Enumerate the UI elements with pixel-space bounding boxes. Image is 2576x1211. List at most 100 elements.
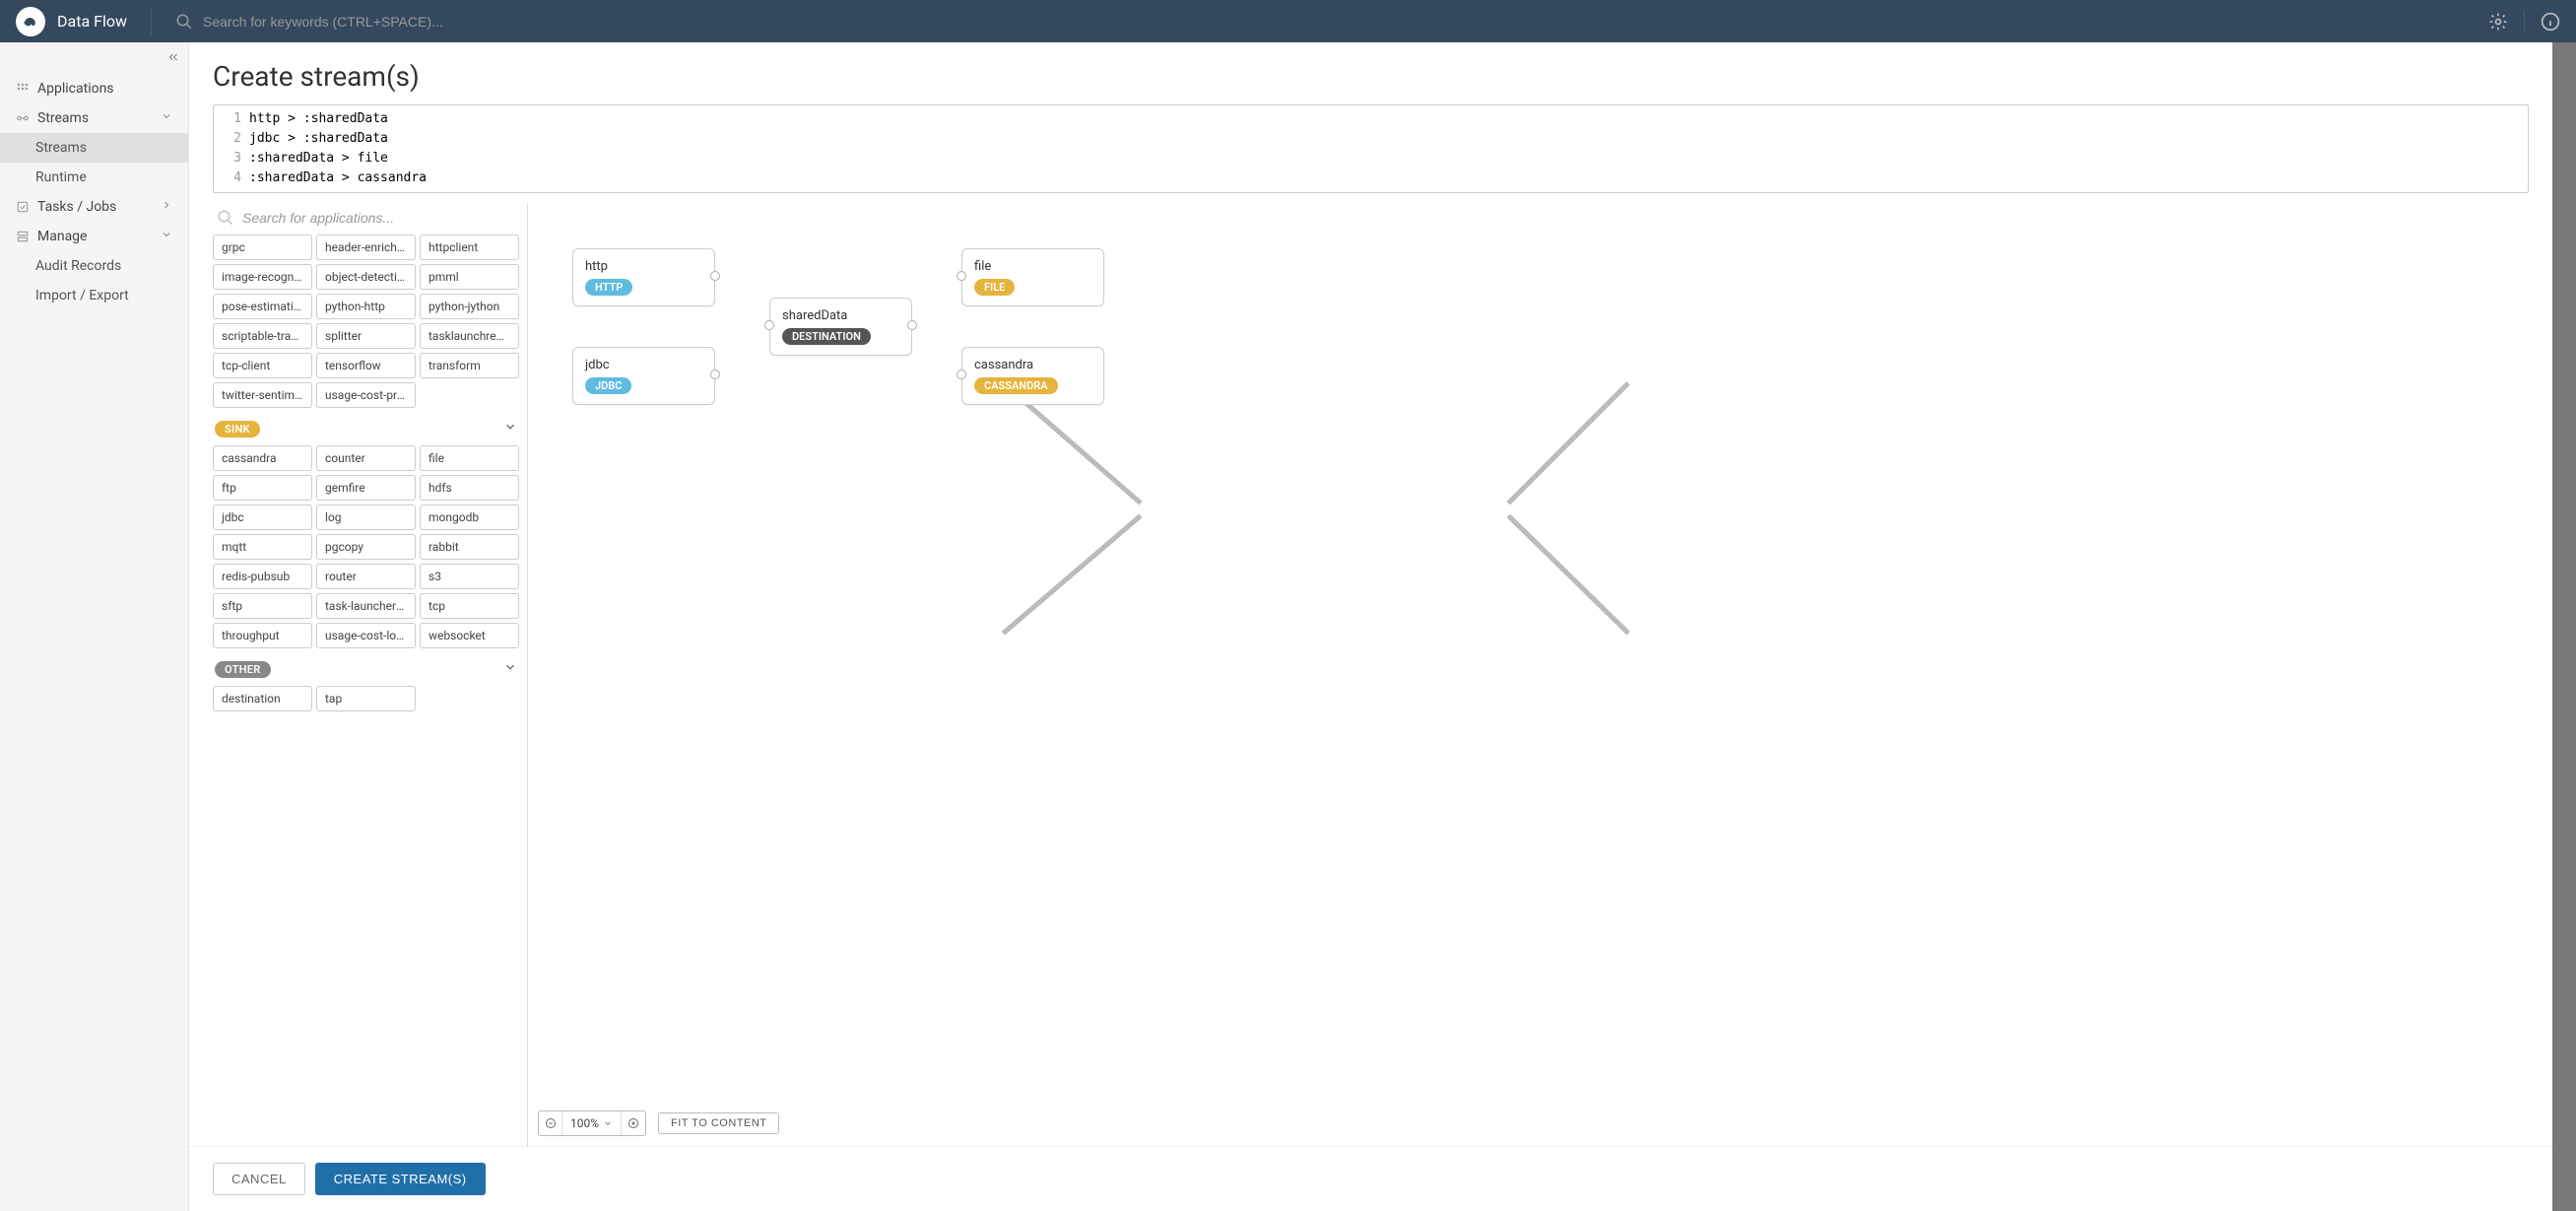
node-jdbc[interactable]: jdbc JDBC [572, 347, 715, 405]
code-line: :sharedData > file [249, 149, 2528, 168]
zoom-out-button[interactable] [539, 1111, 562, 1135]
sink-chip-jdbc[interactable]: jdbc [213, 505, 312, 530]
processor-chip-splitter[interactable]: splitter [316, 323, 416, 349]
code-line: jdbc > :sharedData [249, 129, 2528, 149]
sink-chip-pgcopy[interactable]: pgcopy [316, 534, 416, 560]
processor-chip-grpc[interactable]: grpc [213, 235, 312, 260]
line-number: 2 [214, 129, 249, 149]
line-number: 1 [214, 109, 249, 129]
sink-chip-s3[interactable]: s3 [420, 564, 519, 589]
sink-chip-hdfs[interactable]: hdfs [420, 475, 519, 501]
zoom-in-button[interactable] [622, 1111, 645, 1135]
global-search-input[interactable] [203, 14, 2488, 30]
sink-chip-router[interactable]: router [316, 564, 416, 589]
main-content: Create stream(s) 1http > :sharedData2jdb… [189, 42, 2576, 1211]
node-badge: CASSANDRA [974, 377, 1058, 394]
node-http[interactable]: http HTTP [572, 248, 715, 306]
sink-chip-mqtt[interactable]: mqtt [213, 534, 312, 560]
sink-chip-ftp[interactable]: ftp [213, 475, 312, 501]
chevron-down-icon[interactable] [503, 660, 517, 678]
processor-chip-httpclient[interactable]: httpclient [420, 235, 519, 260]
sidebar-item-manage[interactable]: Manage [0, 222, 188, 251]
sink-chip-task-launcher-d-[interactable]: task-launcher-d... [316, 593, 416, 619]
sink-chip-log[interactable]: log [316, 505, 416, 530]
footer-actions: CANCEL CREATE STREAM(S) [189, 1146, 2552, 1211]
code-line: :sharedData > cassandra [249, 168, 2528, 188]
sink-chip-rabbit[interactable]: rabbit [420, 534, 519, 560]
gear-icon[interactable] [2488, 12, 2508, 32]
palette-search-input[interactable] [242, 210, 515, 226]
sidebar-item-applications[interactable]: Applications [0, 74, 188, 103]
sink-chip-websocket[interactable]: websocket [420, 623, 519, 648]
cancel-button[interactable]: CANCEL [213, 1163, 305, 1195]
node-title: cassandra [974, 358, 1091, 372]
other-chip-destination[interactable]: destination [213, 686, 312, 711]
node-badge: HTTP [585, 279, 632, 296]
collapse-sidebar-icon[interactable] [166, 50, 180, 68]
sidebar-subitem-audit-records[interactable]: Audit Records [0, 251, 188, 281]
sidebar: ApplicationsStreamsStreamsRuntimeTasks /… [0, 42, 189, 1211]
dsl-editor[interactable]: 1http > :sharedData2jdbc > :sharedData3:… [213, 104, 2529, 193]
sink-chip-gemfire[interactable]: gemfire [316, 475, 416, 501]
fit-to-content-button[interactable]: FIT TO CONTENT [658, 1112, 779, 1134]
brand-title: Data Flow [57, 12, 127, 31]
sink-chip-file[interactable]: file [420, 445, 519, 471]
app-header: Data Flow [0, 0, 2576, 42]
sink-chip-counter[interactable]: counter [316, 445, 416, 471]
sidebar-subitem-streams[interactable]: Streams [0, 133, 188, 163]
sink-chip-usage-cost-logg-[interactable]: usage-cost-logg... [316, 623, 416, 648]
chevron-down-icon [161, 110, 172, 126]
processor-chip-python-jython[interactable]: python-jython [420, 294, 519, 319]
input-port[interactable] [957, 271, 966, 281]
search-icon [217, 209, 234, 227]
sidebar-subitem-import-export[interactable]: Import / Export [0, 281, 188, 310]
sink-chip-cassandra[interactable]: cassandra [213, 445, 312, 471]
other-group-badge: OTHER [215, 661, 271, 678]
chevron-right-icon [161, 199, 172, 215]
line-number: 4 [214, 168, 249, 188]
output-port[interactable] [907, 320, 917, 330]
sink-chip-mongodb[interactable]: mongodb [420, 505, 519, 530]
processor-chip-pmml[interactable]: pmml [420, 264, 519, 290]
node-cassandra[interactable]: cassandra CASSANDRA [961, 347, 1104, 405]
other-chip-tap[interactable]: tap [316, 686, 416, 711]
logo [16, 7, 45, 36]
processor-chip-tcp-client[interactable]: tcp-client [213, 353, 312, 378]
search-icon [175, 13, 193, 31]
sink-chip-sftp[interactable]: sftp [213, 593, 312, 619]
sidebar-item-tasks-jobs[interactable]: Tasks / Jobs [0, 192, 188, 222]
input-port[interactable] [764, 320, 774, 330]
chevron-down-icon[interactable] [503, 420, 517, 437]
processor-chip-tasklaunchreque-[interactable]: tasklaunchreque... [420, 323, 519, 349]
processor-chip-scriptable-transf-[interactable]: scriptable-transf... [213, 323, 312, 349]
processor-chip-image-recogniti-[interactable]: image-recogniti... [213, 264, 312, 290]
processor-chip-twitter-sentiment[interactable]: twitter-sentiment [213, 382, 312, 408]
node-file[interactable]: file FILE [961, 248, 1104, 306]
line-number: 3 [214, 149, 249, 168]
processor-chip-usage-cost-proc-[interactable]: usage-cost-proc... [316, 382, 416, 408]
divider [151, 8, 152, 35]
app-palette: grpcheader-enricherhttpclient image-recog… [213, 203, 528, 1146]
info-icon[interactable] [2541, 12, 2560, 32]
processor-chip-header-enricher[interactable]: header-enricher [316, 235, 416, 260]
stream-canvas[interactable]: http HTTP jdbc JDBC sharedData DESTINATI… [528, 203, 2529, 1146]
zoom-value[interactable]: 100% [562, 1111, 622, 1135]
processor-chip-pose-estimation[interactable]: pose-estimation [213, 294, 312, 319]
node-shareddata[interactable]: sharedData DESTINATION [769, 298, 912, 356]
node-title: file [974, 259, 1091, 274]
sidebar-subitem-runtime[interactable]: Runtime [0, 163, 188, 192]
sink-chip-tcp[interactable]: tcp [420, 593, 519, 619]
input-port[interactable] [957, 370, 966, 379]
create-streams-button[interactable]: CREATE STREAM(S) [315, 1163, 486, 1195]
processor-chip-python-http[interactable]: python-http [316, 294, 416, 319]
output-port[interactable] [710, 271, 720, 281]
node-title: sharedData [782, 308, 899, 323]
sidebar-item-streams[interactable]: Streams [0, 103, 188, 133]
sink-chip-redis-pubsub[interactable]: redis-pubsub [213, 564, 312, 589]
divider [2524, 10, 2525, 34]
sink-chip-throughput[interactable]: throughput [213, 623, 312, 648]
output-port[interactable] [710, 370, 720, 379]
processor-chip-tensorflow[interactable]: tensorflow [316, 353, 416, 378]
processor-chip-transform[interactable]: transform [420, 353, 519, 378]
processor-chip-object-detection[interactable]: object-detection [316, 264, 416, 290]
